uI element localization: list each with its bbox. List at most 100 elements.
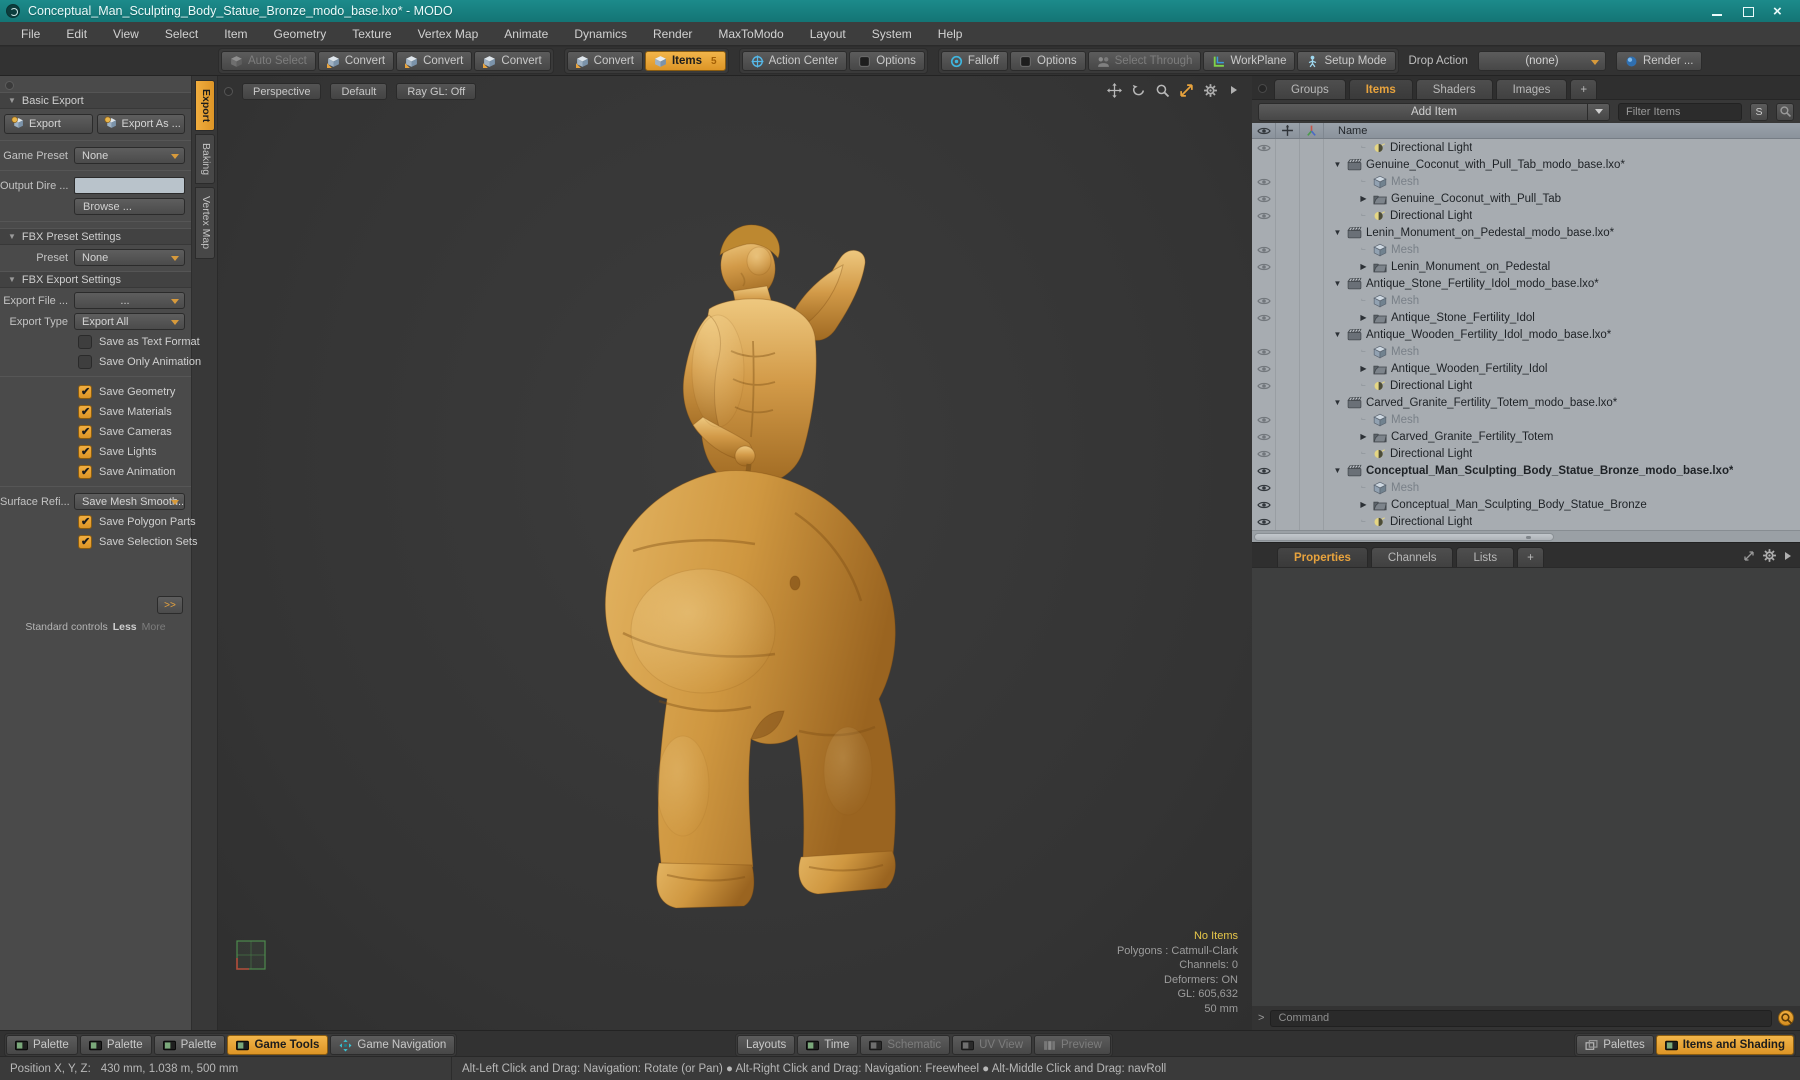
visibility-eye-icon[interactable]: [1256, 296, 1271, 306]
convert-button[interactable]: Convert: [474, 51, 551, 71]
visibility-eye-icon[interactable]: [1256, 143, 1271, 153]
side-tab-export[interactable]: Export: [195, 80, 215, 132]
visibility-eye-icon[interactable]: [1256, 432, 1271, 442]
falloff-button[interactable]: Falloff: [940, 51, 1008, 71]
filter-items-input[interactable]: Filter Items: [1618, 102, 1742, 121]
convert-button[interactable]: Convert: [317, 51, 395, 71]
checked-checkbox[interactable]: [78, 404, 92, 419]
visibility-eye-icon[interactable]: [1256, 347, 1271, 357]
checked-checkbox[interactable]: [78, 424, 92, 439]
zoom-icon[interactable]: [1154, 82, 1170, 98]
visibility-eye-icon[interactable]: [1256, 466, 1271, 476]
checked-checkbox[interactable]: [78, 514, 92, 529]
visibility-eye-icon[interactable]: [1256, 245, 1271, 255]
item-row[interactable]: ▶ Conceptual_Man_Sculpting_Body_Statue_Br…: [1252, 496, 1800, 513]
tab-properties[interactable]: Properties: [1277, 547, 1368, 567]
visibility-eye-icon[interactable]: [1256, 262, 1271, 272]
expand-icon[interactable]: ▶: [1358, 313, 1369, 322]
menu-help[interactable]: Help: [925, 22, 976, 46]
visibility-column-header[interactable]: [1252, 123, 1276, 138]
item-row[interactable]: ⌐ Mesh: [1252, 411, 1800, 428]
item-row[interactable]: ⌐ Directional Light: [1252, 445, 1800, 462]
close-button[interactable]: ×: [1773, 4, 1786, 19]
viewport-3d[interactable]: Perspective Default Ray GL: Off No Items…: [218, 76, 1252, 1030]
workplane-button[interactable]: WorkPlane: [1203, 51, 1296, 71]
expand-icon[interactable]: ▶: [1358, 500, 1369, 509]
tab-channels[interactable]: Channels: [1370, 547, 1454, 567]
export-as-button[interactable]: Export As ...: [96, 114, 185, 134]
item-row[interactable]: ▼ Conceptual_Man_Sculpting_Body_Statue_Br…: [1252, 462, 1800, 479]
checked-checkbox[interactable]: [78, 444, 92, 459]
menu-texture[interactable]: Texture: [339, 22, 404, 46]
item-row[interactable]: ▶ Antique_Stone_Fertility_Idol: [1252, 309, 1800, 326]
menu-vertex-map[interactable]: Vertex Map: [405, 22, 492, 46]
browse-button[interactable]: Browse ...: [74, 198, 185, 215]
visibility-eye-icon[interactable]: [1256, 483, 1271, 493]
item-row[interactable]: ⌐ Directional Light: [1252, 139, 1800, 156]
item-row[interactable]: ⌐ Mesh: [1252, 173, 1800, 190]
visibility-eye-icon[interactable]: [1256, 364, 1271, 374]
panel-arrow-icon[interactable]: [1784, 551, 1792, 561]
game-tools-button[interactable]: Game Tools: [227, 1035, 329, 1055]
checked-checkbox[interactable]: [78, 384, 92, 399]
export-type-dropdown[interactable]: Export All: [74, 313, 185, 330]
panel-menu-knob[interactable]: [5, 81, 14, 90]
raygl-button[interactable]: Ray GL: Off: [396, 83, 477, 100]
menu-dynamics[interactable]: Dynamics: [561, 22, 640, 46]
palette-button[interactable]: Palette: [79, 1035, 152, 1055]
export-file-dropdown[interactable]: ...: [74, 292, 185, 309]
command-input[interactable]: Command: [1270, 1009, 1772, 1027]
item-row[interactable]: ▶ Genuine_Coconut_with_Pull_Tab: [1252, 190, 1800, 207]
tab-lists[interactable]: Lists: [1456, 547, 1515, 567]
visibility-eye-icon[interactable]: [1256, 415, 1271, 425]
item-row[interactable]: ▶ Carved_Granite_Fertility_Totem: [1252, 428, 1800, 445]
menu-edit[interactable]: Edit: [53, 22, 100, 46]
tab-groups[interactable]: Groups: [1274, 79, 1346, 99]
visibility-eye-icon[interactable]: [1256, 449, 1271, 459]
palette-button[interactable]: Palette: [153, 1035, 226, 1055]
add-item-dropdown[interactable]: Add Item: [1258, 102, 1610, 121]
item-row[interactable]: ⌐ Directional Light: [1252, 513, 1800, 530]
horizontal-scrollbar[interactable]: [1252, 530, 1800, 542]
expand-panel-icon[interactable]: [1743, 550, 1755, 562]
palettes-button[interactable]: Palettes: [1576, 1035, 1654, 1055]
expand-icon[interactable]: ▶: [1358, 262, 1369, 271]
tab-shaders[interactable]: Shaders: [1415, 79, 1493, 99]
gear-icon[interactable]: [1762, 548, 1777, 563]
tab-items[interactable]: Items: [1348, 79, 1413, 99]
layouts-button[interactable]: Layouts: [737, 1035, 796, 1055]
minimize-button[interactable]: [1711, 6, 1724, 17]
more-controls-button[interactable]: >>: [157, 596, 183, 614]
maximize-icon[interactable]: [1178, 82, 1194, 98]
convert-button[interactable]: Convert: [396, 51, 473, 71]
expand-arrow-icon[interactable]: [1226, 82, 1242, 98]
rotate-icon[interactable]: [1130, 82, 1146, 98]
item-row[interactable]: ▼ Antique_Wooden_Fertility_Idol_modo_base…: [1252, 326, 1800, 343]
items-and-shading-button[interactable]: Items and Shading: [1655, 1035, 1794, 1055]
menu-animate[interactable]: Animate: [491, 22, 561, 46]
unchecked-checkbox[interactable]: [78, 334, 92, 349]
visibility-eye-icon[interactable]: [1256, 500, 1271, 510]
pin-column-header[interactable]: [1276, 123, 1300, 138]
item-row[interactable]: ▶ Antique_Wooden_Fertility_Idol: [1252, 360, 1800, 377]
item-row[interactable]: ⌐ Mesh: [1252, 292, 1800, 309]
menu-layout[interactable]: Layout: [797, 22, 859, 46]
item-row[interactable]: ⌐ Mesh: [1252, 343, 1800, 360]
items-button[interactable]: Items 5: [644, 51, 726, 71]
collapse-icon[interactable]: ▼: [1332, 466, 1343, 475]
tab-add[interactable]: +: [1570, 79, 1598, 99]
viewport-menu-knob[interactable]: [224, 87, 233, 96]
item-row[interactable]: ▼ Antique_Stone_Fertility_Idol_modo_base.…: [1252, 275, 1800, 292]
expand-icon[interactable]: ▶: [1358, 432, 1369, 441]
section-fbx-export[interactable]: ▼ FBX Export Settings: [0, 271, 191, 288]
time-button[interactable]: Time: [797, 1035, 859, 1055]
output-dir-input[interactable]: [74, 177, 185, 194]
side-tab-baking[interactable]: Baking: [195, 134, 215, 185]
menu-geometry[interactable]: Geometry: [261, 22, 340, 46]
visibility-eye-icon[interactable]: [1256, 517, 1271, 527]
tab-add[interactable]: +: [1517, 547, 1544, 567]
collapse-icon[interactable]: ▼: [1332, 330, 1343, 339]
menu-maxtomodo[interactable]: MaxToModo: [705, 22, 796, 46]
expand-icon[interactable]: ▶: [1358, 364, 1369, 373]
drop-action-dropdown[interactable]: (none): [1477, 51, 1606, 71]
